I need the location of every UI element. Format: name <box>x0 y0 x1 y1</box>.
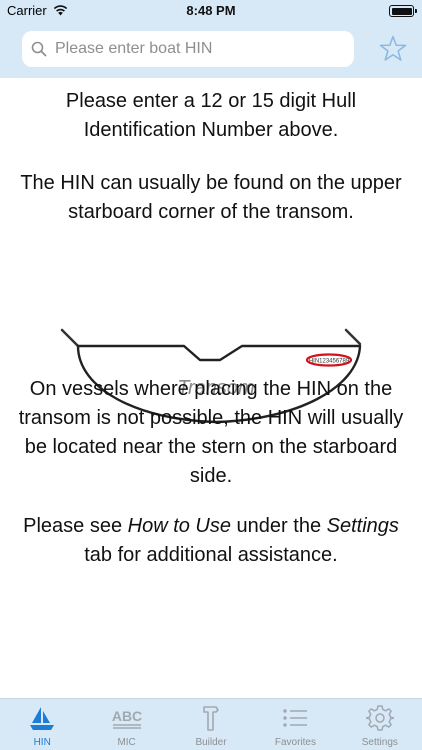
tab-favorites-label: Favorites <box>274 737 316 748</box>
instruction-enter-hin: Please enter a 12 or 15 digit Hull Ident… <box>65 90 357 141</box>
tab-bar: HIN ABC MIC Builder Favorites Settings <box>0 698 422 750</box>
tab-settings[interactable]: Settings <box>338 699 422 750</box>
instruction-alternative-location: On vessels where placing the HIN on the … <box>18 378 404 487</box>
header: Carrier 8:48 PM <box>0 0 422 78</box>
star-icon[interactable] <box>378 34 408 64</box>
list-icon <box>283 709 308 727</box>
tab-builder-label: Builder <box>195 737 227 748</box>
tab-mic-label: MIC <box>117 737 136 748</box>
clock: 8:48 PM <box>186 3 236 18</box>
instructions: Please enter a 12 or 15 digit Hull Ident… <box>0 78 422 698</box>
abc-icon: ABC <box>111 708 142 729</box>
battery-icon <box>389 5 417 17</box>
gear-icon <box>365 705 394 731</box>
tab-settings-label: Settings <box>361 737 398 748</box>
svg-text:ABC: ABC <box>111 708 141 724</box>
svg-text:HIN123456789: HIN123456789 <box>309 359 350 365</box>
instruction-help: Please see How to Use under the Settings… <box>23 515 399 566</box>
tab-favorites[interactable]: Favorites <box>253 699 337 750</box>
tab-hin-label: HIN <box>33 737 51 748</box>
tab-builder[interactable]: Builder <box>169 699 253 750</box>
tab-hin[interactable]: HIN <box>0 699 84 750</box>
how-to-use-reference: How to Use <box>127 515 231 537</box>
search-field[interactable] <box>22 31 354 67</box>
search-icon <box>31 41 47 57</box>
hammer-icon <box>203 706 219 731</box>
settings-reference: Settings <box>326 515 399 537</box>
search-input[interactable] <box>55 40 345 58</box>
instruction-hin-location: The HIN can usually be found on the uppe… <box>20 172 402 223</box>
sailboat-icon <box>30 707 55 730</box>
status-bar: Carrier 8:48 PM <box>0 0 422 22</box>
tab-mic[interactable]: ABC MIC <box>84 699 168 750</box>
